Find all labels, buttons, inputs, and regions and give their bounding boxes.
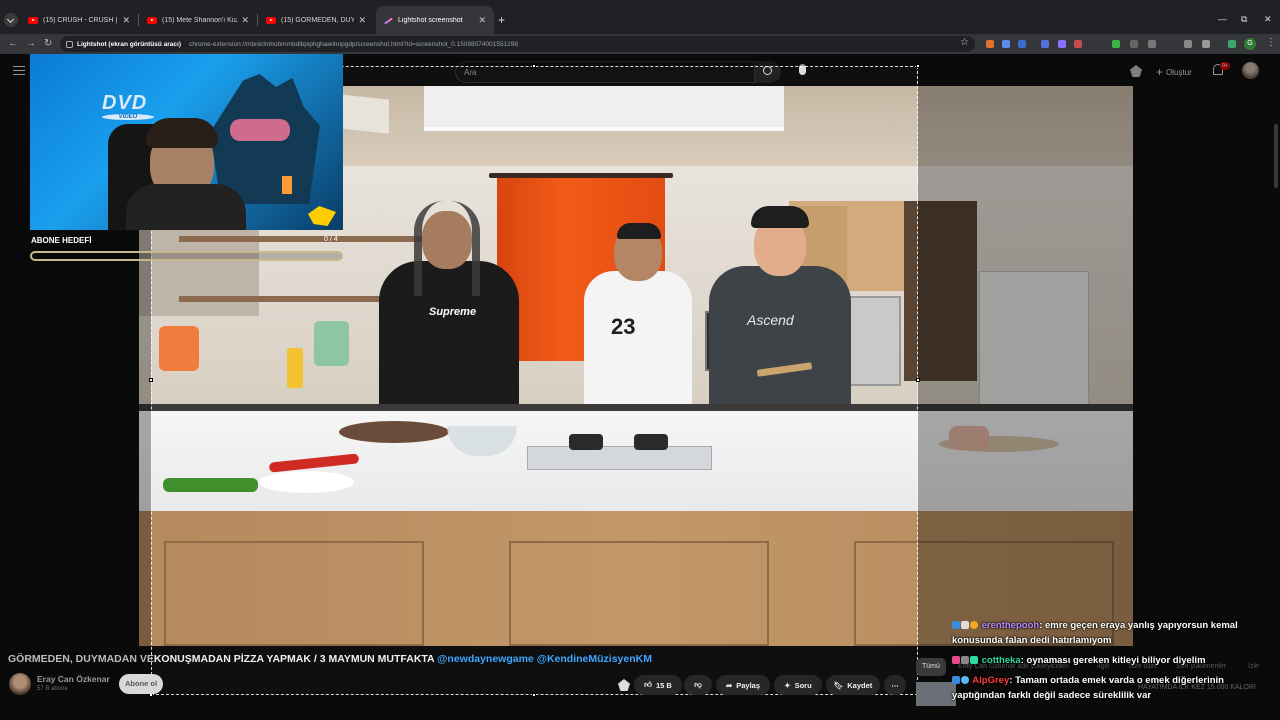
more-actions-button[interactable]: ⋯	[884, 675, 906, 695]
ask-label: Soru	[794, 680, 812, 690]
close-icon[interactable]: ✕	[241, 15, 249, 26]
youtube-icon	[28, 16, 38, 24]
channel-avatar[interactable]	[9, 673, 31, 695]
subscriber-goal-label: ABONE HEDEFİ	[31, 236, 92, 245]
youtube-icon	[266, 16, 276, 24]
video-title: GÖRMEDEN, DUYMADAN VEKONUŞMADAN PİZZA YA…	[8, 653, 652, 665]
subscriber-count: 57 B abone	[37, 686, 68, 692]
close-window-icon[interactable]: ✕	[1264, 14, 1272, 25]
url-field[interactable]: Lightshot (ekran görüntüsü aracı) chrome…	[60, 36, 975, 52]
save-button[interactable]: 🔖︎ Kaydet	[826, 675, 880, 695]
chat-message: AlpGrey: Tamam ortada emek varda o emek …	[952, 673, 1272, 703]
extension-icon[interactable]	[1018, 40, 1026, 48]
chat-message: cottheka: oynaması gereken kitleyi biliy…	[952, 653, 1272, 668]
streamer-webcam: DVD VIDEO	[30, 54, 343, 230]
badge-icon	[952, 656, 960, 665]
bookmark-star-icon[interactable]: ☆	[960, 37, 969, 48]
bookmark-icon: 🔖︎	[833, 680, 844, 690]
new-tab-button[interactable]: +	[498, 14, 505, 26]
chat-message: erenthepooh: emre geçen eraya yanlış yap…	[952, 618, 1272, 648]
site-chip: Lightshot (ekran görüntüsü aracı)	[77, 40, 182, 48]
selection-handle[interactable]	[149, 378, 153, 382]
tab-gormeden[interactable]: (15) GÖRMEDEN, DUYMADAN ✕	[258, 6, 374, 34]
extension-icon[interactable]	[1228, 40, 1236, 48]
extensions-puzzle-icon[interactable]	[1202, 40, 1210, 48]
url-text: chrome-extension://mbniclmhobmmbdlbpiphg…	[189, 40, 519, 48]
channel-name[interactable]: Eray Can Özkenar	[37, 674, 110, 684]
lightshot-icon	[384, 17, 393, 24]
badge-icon	[961, 621, 969, 630]
badge-icon	[970, 656, 978, 665]
extension-icon[interactable]	[1058, 40, 1066, 48]
tab-label: Lightshot screenshot	[398, 16, 463, 24]
like-count: 15 B	[656, 680, 672, 690]
like-button[interactable]: 👍︎ 15 B	[634, 675, 682, 695]
close-icon[interactable]: ✕	[478, 15, 486, 26]
badge-icon	[970, 621, 978, 630]
lightshot-dim-overlay	[151, 695, 918, 720]
extension-icon[interactable]	[1041, 40, 1049, 48]
extension-icon[interactable]	[1148, 40, 1156, 48]
title-part-main: KONUŞMADAN PİZZA YAPMAK / 3 MAYMUN MUTFA…	[153, 653, 435, 665]
extension-icon[interactable]	[1002, 40, 1010, 48]
subscriber-goal-count: 0 / 4	[324, 236, 338, 243]
selection-handle[interactable]	[916, 64, 920, 68]
restore-icon[interactable]: ⧉	[1241, 14, 1247, 25]
tab-label: (15) Mete Shannon'ı Kuzeniyle	[162, 16, 237, 24]
extension-icon[interactable]	[986, 40, 994, 48]
tab-label: (15) CRUSH - CRUSH | Official	[43, 16, 118, 24]
browser-tab-bar: (15) CRUSH - CRUSH | Official ✕ (15) Met…	[0, 0, 1280, 34]
ask-button[interactable]: ✦ Soru	[774, 675, 822, 695]
selection-handle[interactable]	[916, 378, 920, 382]
extension-icon[interactable]	[1184, 40, 1192, 48]
selection-handle[interactable]	[532, 693, 536, 697]
chat-username[interactable]: cottheka	[982, 655, 1021, 666]
youtube-icon	[147, 16, 157, 24]
extension-icon[interactable]	[1130, 40, 1138, 48]
badge-icon	[952, 621, 960, 630]
title-part-dim: GÖRMEDEN, DUYMADAN VE	[8, 653, 154, 665]
minimize-icon[interactable]: —	[1218, 14, 1227, 24]
sparkle-icon: ✦	[784, 680, 791, 690]
mention-link[interactable]: @KendineMüzisyenKM	[537, 653, 652, 665]
mention-link[interactable]: @newdaynewgame	[437, 653, 534, 665]
reload-icon[interactable]: ↻	[44, 38, 52, 50]
share-label: Paylaş	[736, 680, 761, 690]
chat-username[interactable]: erenthepooh	[982, 620, 1040, 631]
tab-crush[interactable]: (15) CRUSH - CRUSH | Official ✕	[20, 6, 138, 34]
tab-lightshot[interactable]: Lightshot screenshot ✕	[376, 6, 494, 34]
dislike-button[interactable]: 👎︎	[684, 675, 712, 695]
profile-avatar[interactable]: G	[1244, 38, 1256, 50]
selection-handle[interactable]	[532, 64, 536, 68]
subscriber-goal-bar	[30, 251, 343, 261]
extension-icon[interactable]	[1112, 40, 1120, 48]
tab-label: (15) GÖRMEDEN, DUYMADAN	[281, 16, 355, 24]
extension-icon[interactable]	[1074, 40, 1082, 48]
thumbs-up-icon: 👍︎	[644, 680, 652, 689]
save-label: Kaydet	[847, 680, 873, 690]
menu-kebab-icon[interactable]: ⋮	[1266, 37, 1276, 48]
back-icon[interactable]: ←	[8, 38, 18, 50]
close-icon[interactable]: ✕	[358, 15, 366, 26]
address-bar: ← → ↻ Lightshot (ekran görüntüsü aracı) …	[0, 34, 1280, 54]
share-button[interactable]: ➦ Paylaş	[716, 675, 770, 695]
badge-icon	[952, 676, 960, 685]
thumbs-down-icon: 👎︎	[694, 680, 702, 689]
site-info-icon[interactable]	[66, 40, 73, 48]
badge-icon	[961, 676, 969, 685]
recommended-video-thumbnail[interactable]	[916, 682, 956, 706]
subscribe-button[interactable]: Abone ol	[119, 674, 164, 694]
chat-text: : oynaması gereken kitleyi biliyor diyel…	[1020, 655, 1206, 666]
share-icon: ➦	[725, 680, 733, 690]
filter-chip-all[interactable]: Tümü	[916, 658, 946, 676]
forward-icon[interactable]: →	[26, 38, 36, 50]
tab-mete-shannon[interactable]: (15) Mete Shannon'ı Kuzeniyle ✕	[139, 6, 257, 34]
badge-icon	[961, 656, 969, 665]
dvd-logo: DVD VIDEO	[102, 92, 154, 120]
chat-username[interactable]: AlpGrey	[972, 675, 1009, 686]
close-icon[interactable]: ✕	[122, 15, 130, 26]
